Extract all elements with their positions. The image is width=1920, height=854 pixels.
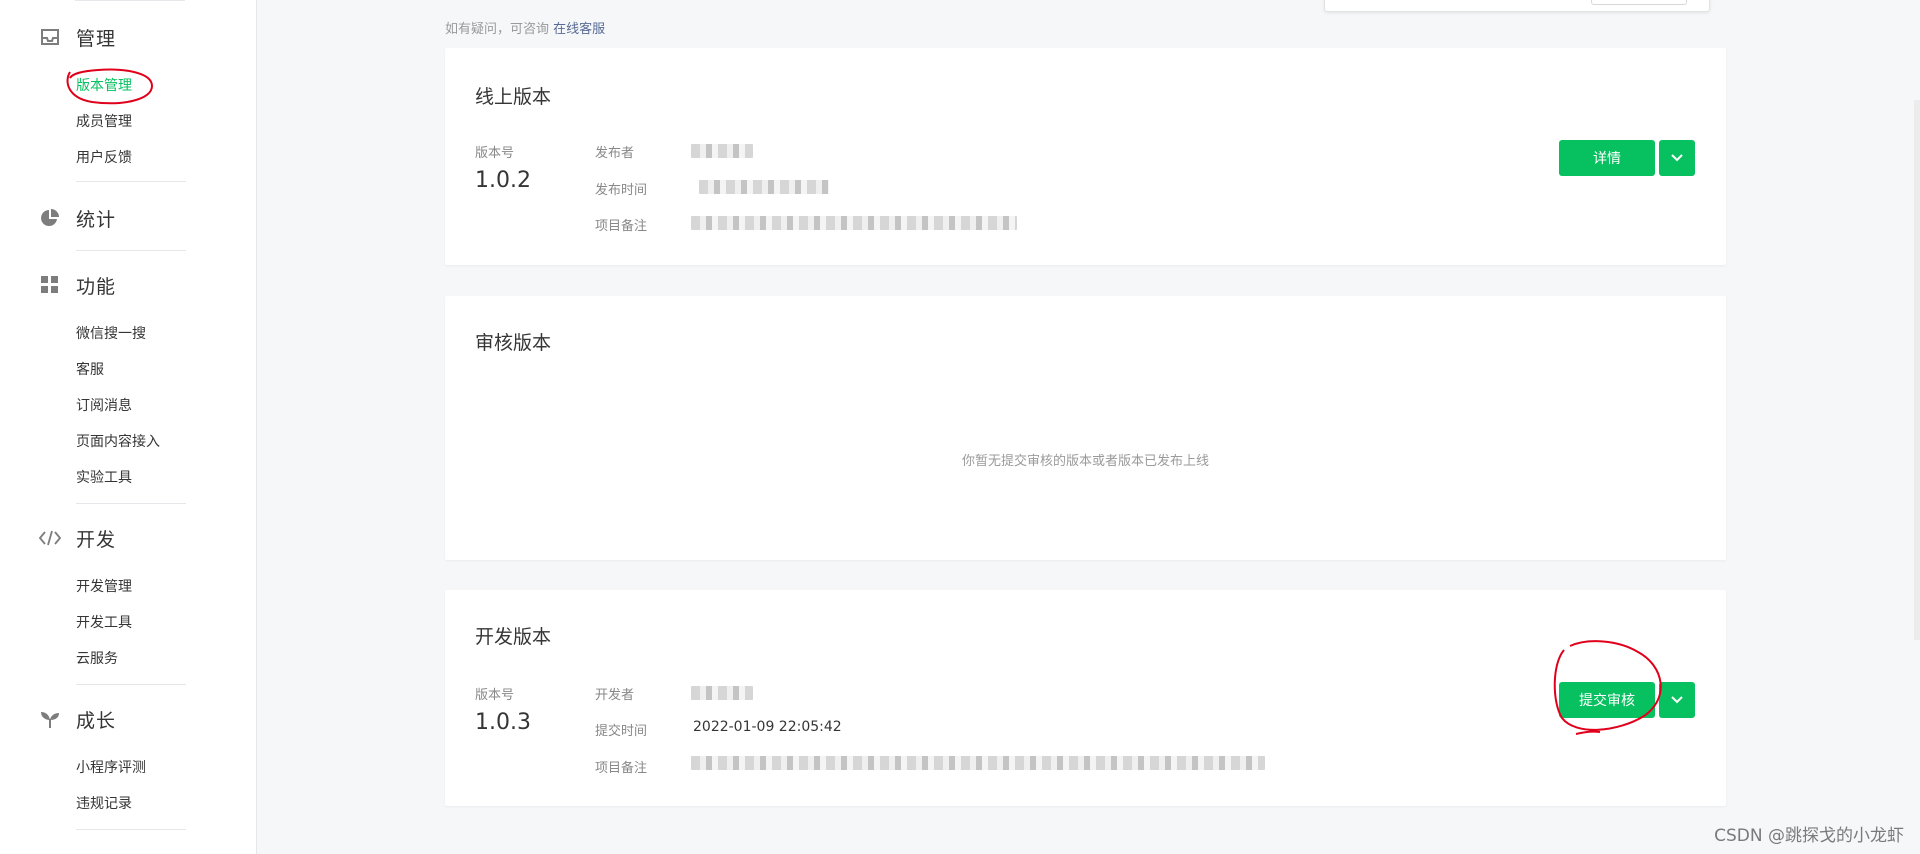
sidebar-section-title: 统计 [76,208,117,231]
sidebar-section-manage[interactable]: 管理 [38,22,116,52]
sidebar-item-member-manage[interactable]: 成员管理 [76,112,132,132]
blurred-developer [691,686,753,700]
sidebar-section-stats[interactable]: 统计 [38,203,116,233]
inbox-icon [38,25,62,49]
review-version-title: 审核版本 [475,332,552,354]
developer-label: 开发者 [595,688,635,703]
sidebar-item-user-feedback[interactable]: 用户反馈 [76,148,132,168]
blurred-project-note [691,216,1017,230]
sprout-icon [38,707,62,731]
blurred-publish-time [699,180,829,194]
sidebar-item-violation-records[interactable]: 违规记录 [76,794,132,814]
review-empty-text: 你暂无提交审核的版本或者版本已发布上线 [961,454,1209,469]
version-label: 版本号 [475,146,515,161]
sidebar-divider [76,250,186,251]
scrollbar[interactable] [1914,100,1920,640]
sidebar-item-mini-program-review[interactable]: 小程序评测 [76,758,146,778]
sidebar-section-dev[interactable]: 开发 [38,523,116,553]
chevron-down-icon [1671,696,1683,704]
sidebar-section-features[interactable]: 功能 [38,270,116,300]
project-note-label: 项目备注 [595,761,648,776]
code-icon [38,526,62,550]
submit-time-label: 提交时间 [595,724,648,739]
version-label: 版本号 [475,688,515,703]
dev-version-number: 1.0.3 [475,710,531,735]
publisher-label: 发布者 [595,146,635,161]
sidebar-item-dev-tools[interactable]: 开发工具 [76,613,132,633]
sidebar-divider [76,181,186,182]
blurred-project-note [691,756,1265,770]
dev-version-title: 开发版本 [475,626,552,648]
sidebar-section-title: 开发 [76,528,117,551]
sidebar-item-dev-manage[interactable]: 开发管理 [76,577,132,597]
popup-button-edge [1591,0,1687,5]
help-hint: 如有疑问，可咨询 在线客服 [445,18,605,37]
grid-icon [38,273,62,297]
online-service-link[interactable]: 在线客服 [553,22,605,37]
detail-button[interactable]: 详情 [1559,140,1655,176]
online-version-card: 线上版本 版本号 1.0.2 发布者 发布时间 项目备注 详情 [445,48,1726,265]
watermark: CSDN @跳探戈的小龙虾 [1714,826,1904,846]
help-hint-text: 如有疑问，可咨询 [445,22,550,37]
online-version-number: 1.0.2 [475,168,531,193]
chevron-down-icon [1671,154,1683,162]
popup-card-edge [1324,0,1710,12]
submit-review-button[interactable]: 提交审核 [1559,682,1655,718]
sidebar-section-title: 功能 [76,275,117,298]
dev-version-card: 开发版本 版本号 1.0.3 开发者 提交时间 项目备注 2022-01-09 … [445,590,1726,806]
sidebar: 管理 版本管理 成员管理 用户反馈 统计 功能 微信搜一搜 客服 订阅消息 页面… [0,0,257,854]
sidebar-item-cloud-service[interactable]: 云服务 [76,649,118,669]
sidebar-item-wechat-search[interactable]: 微信搜一搜 [76,324,146,344]
online-version-title: 线上版本 [475,86,552,108]
sidebar-divider [76,503,186,504]
sidebar-item-version-manage[interactable]: 版本管理 [76,76,132,96]
online-more-dropdown[interactable] [1659,140,1695,176]
sidebar-section-title: 管理 [76,27,117,50]
sidebar-item-customer-service[interactable]: 客服 [76,360,104,380]
pie-chart-icon [38,206,62,230]
publish-time-label: 发布时间 [595,183,648,198]
sidebar-divider [75,0,185,1]
sidebar-item-experiment-tools[interactable]: 实验工具 [76,468,132,488]
blurred-publisher [691,144,753,158]
dev-more-dropdown[interactable] [1659,682,1695,718]
sidebar-divider [76,829,186,830]
review-version-card: 审核版本 你暂无提交审核的版本或者版本已发布上线 [445,296,1726,560]
sidebar-section-growth[interactable]: 成长 [38,704,116,734]
submit-time-value: 2022-01-09 22:05:42 [693,719,842,735]
sidebar-divider [76,684,186,685]
sidebar-section-title: 成长 [76,709,117,732]
project-note-label: 项目备注 [595,219,648,234]
sidebar-item-subscribe-message[interactable]: 订阅消息 [76,396,132,416]
sidebar-item-page-content[interactable]: 页面内容接入 [76,432,160,452]
